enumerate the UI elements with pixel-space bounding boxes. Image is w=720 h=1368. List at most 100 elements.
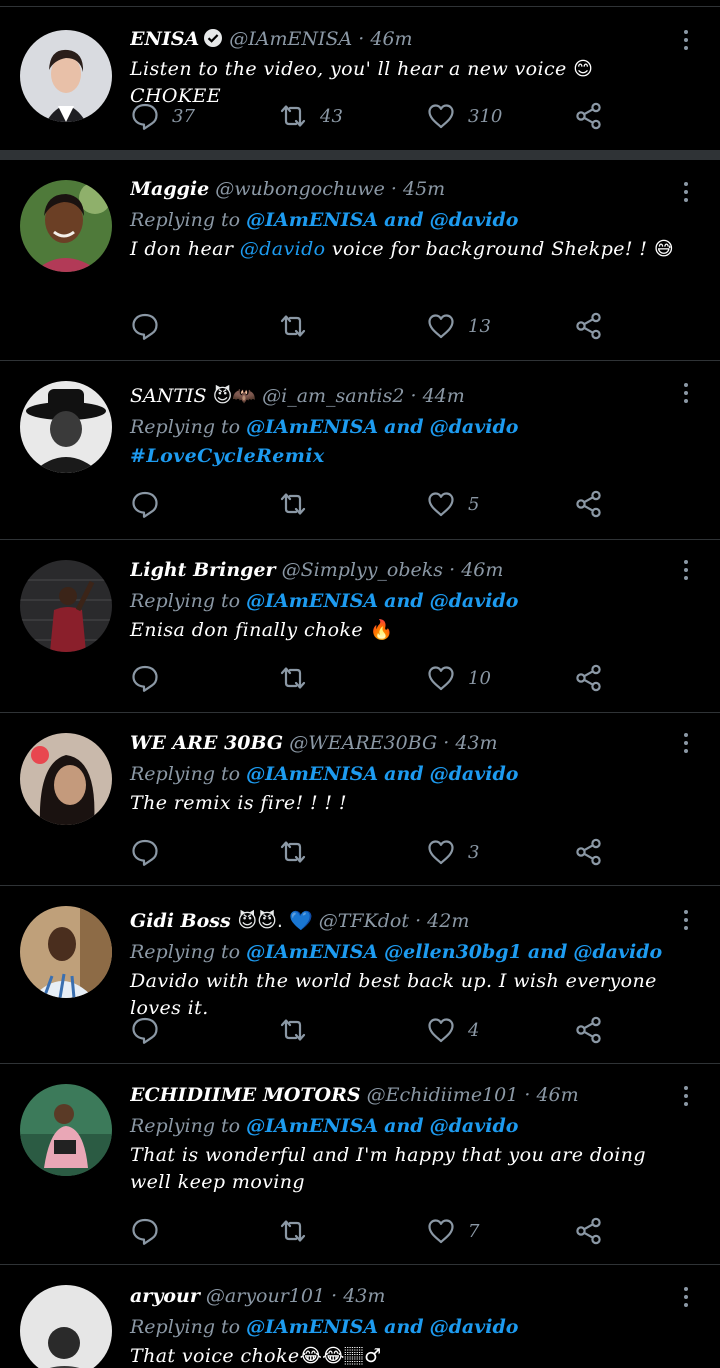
mention-link[interactable]: @IAmENISA (246, 763, 378, 785)
reply-tweet[interactable]: SANTIS 😈🦇 @i_am_santis2 · 44m Replying t… (0, 361, 720, 540)
reply-button[interactable] (130, 310, 160, 342)
reply-tweet[interactable]: Maggie @wubongochuwe · 45m Replying to @… (0, 160, 720, 361)
like-button[interactable]: 10 (426, 662, 491, 694)
like-button[interactable]: 13 (426, 310, 491, 342)
like-button[interactable]: 3 (426, 836, 479, 868)
tweet-time[interactable]: 46m (461, 559, 503, 581)
author-name[interactable]: Gidi Boss (130, 910, 237, 932)
author-handle[interactable]: @IAmENISA (229, 28, 352, 50)
tweet-time[interactable]: 45m (403, 178, 445, 200)
name-emoji: 😈🦇 (212, 385, 257, 407)
retweet-button[interactable] (278, 836, 308, 868)
mention-link[interactable]: @davido (430, 1115, 519, 1137)
reply-button[interactable]: 37 (130, 100, 195, 132)
avatar-maggie[interactable] (20, 180, 112, 272)
author-name[interactable]: ENISA (130, 28, 199, 50)
main-tweet[interactable]: ENISA @IAmENISA · 46m Listen to the vide… (0, 8, 720, 160)
reply-tweet[interactable]: Light Bringer @Simplyy_obeks · 46m Reply… (0, 540, 720, 713)
reply-button[interactable] (130, 1215, 160, 1247)
retweet-button[interactable] (278, 1014, 308, 1046)
reply-button[interactable] (130, 1014, 160, 1046)
like-count: 5 (468, 493, 480, 515)
tweet-time[interactable]: 46m (536, 1084, 578, 1106)
author-handle[interactable]: @aryour101 (206, 1285, 325, 1307)
hashtag-link[interactable]: #LoveCycleRemix (130, 445, 325, 467)
tweet-time[interactable]: 46m (370, 28, 412, 50)
mention-link[interactable]: @davido (430, 209, 519, 231)
author-name[interactable]: ECHIDIIME MOTORS (130, 1084, 361, 1106)
mention-link[interactable]: @IAmENISA (246, 1115, 378, 1137)
share-button[interactable] (574, 662, 604, 694)
replying-to: Replying to @IAmENISA and @davido (130, 1311, 676, 1343)
retweet-button[interactable] (278, 1215, 308, 1247)
retweet-button[interactable] (278, 310, 308, 342)
author-name[interactable]: aryour (130, 1285, 200, 1307)
retweet-button[interactable] (278, 662, 308, 694)
reply-tweet[interactable]: Gidi Boss 😈😈. 💙 @TFKdot · 42m Replying t… (0, 886, 720, 1064)
reply-tweet[interactable]: aryour @aryour101 · 43m Replying to @IAm… (0, 1265, 720, 1368)
avatar-santis[interactable] (20, 381, 112, 473)
author-name[interactable]: Maggie (130, 178, 209, 200)
author-handle[interactable]: @i_am_santis2 (262, 385, 404, 407)
avatar-aryour[interactable] (20, 1285, 112, 1368)
mention-link[interactable]: @IAmENISA (246, 416, 378, 438)
reply-button[interactable] (130, 662, 160, 694)
speech-bubble-icon (132, 1218, 158, 1245)
author-handle[interactable]: @Simplyy_obeks (282, 559, 443, 581)
mention-link[interactable]: @davido (430, 590, 519, 612)
verified-badge-icon (204, 29, 223, 47)
tweet-time[interactable]: 42m (427, 910, 469, 932)
author-handle[interactable]: @WEARE30BG (289, 732, 437, 754)
more-options-icon[interactable] (682, 30, 690, 54)
share-button[interactable] (574, 100, 604, 132)
mention-link[interactable]: @davido (430, 1316, 519, 1338)
like-button[interactable]: 310 (426, 100, 502, 132)
reply-tweet[interactable]: WE ARE 30BG @WEARE30BG · 43m Replying to… (0, 713, 720, 886)
mention-link[interactable]: @IAmENISA (246, 590, 378, 612)
author-handle[interactable]: @wubongochuwe (215, 178, 385, 200)
avatar-echidiime-motors[interactable] (20, 1084, 112, 1176)
like-button[interactable]: 4 (426, 1014, 479, 1046)
more-options-icon[interactable] (682, 182, 690, 206)
avatar-we-are-30bg[interactable] (20, 733, 112, 825)
avatar-light-bringer[interactable] (20, 560, 112, 652)
mention-link[interactable]: @IAmENISA (246, 1316, 378, 1338)
mention-link[interactable]: @davido (240, 238, 326, 260)
more-options-icon[interactable] (682, 910, 690, 934)
share-button[interactable] (574, 488, 604, 520)
more-options-icon[interactable] (682, 733, 690, 757)
replying-to-label: Replying to (130, 941, 241, 963)
like-button[interactable]: 7 (426, 1215, 479, 1247)
author-handle[interactable]: @Echidiime101 (367, 1084, 519, 1106)
share-button[interactable] (574, 1215, 604, 1247)
author-name[interactable]: Light Bringer (130, 559, 276, 581)
share-button[interactable] (574, 310, 604, 342)
reply-button[interactable] (130, 836, 160, 868)
mention-link[interactable]: @IAmENISA (246, 209, 378, 231)
tweet-time[interactable]: 43m (343, 1285, 385, 1307)
more-options-icon[interactable] (682, 383, 690, 407)
mention-link[interactable]: @davido (573, 941, 662, 963)
author-name[interactable]: WE ARE 30BG (130, 732, 283, 754)
mention-link[interactable]: @davido (430, 763, 519, 785)
more-options-icon[interactable] (682, 1287, 690, 1311)
reply-tweet[interactable]: ECHIDIIME MOTORS @Echidiime101 · 46m Rep… (0, 1064, 720, 1265)
avatar-gidi-boss[interactable] (20, 906, 112, 998)
share-button[interactable] (574, 836, 604, 868)
tweet-time[interactable]: 43m (455, 732, 497, 754)
tweet-text: #LoveCycleRemix (130, 443, 676, 470)
reply-button[interactable] (130, 488, 160, 520)
mention-link[interactable]: @davido (430, 416, 519, 438)
author-name[interactable]: SANTIS (130, 385, 213, 407)
share-button[interactable] (574, 1014, 604, 1046)
more-options-icon[interactable] (682, 560, 690, 584)
author-handle[interactable]: @TFKdot (319, 910, 409, 932)
like-button[interactable]: 5 (426, 488, 479, 520)
tweet-time[interactable]: 44m (423, 385, 465, 407)
avatar-enisa[interactable] (20, 30, 112, 122)
retweet-button[interactable]: 43 (278, 100, 343, 132)
retweet-button[interactable] (278, 488, 308, 520)
more-options-icon[interactable] (682, 1086, 690, 1110)
mention-link[interactable]: @ellen30bg1 (384, 941, 522, 963)
mention-link[interactable]: @IAmENISA (246, 941, 378, 963)
